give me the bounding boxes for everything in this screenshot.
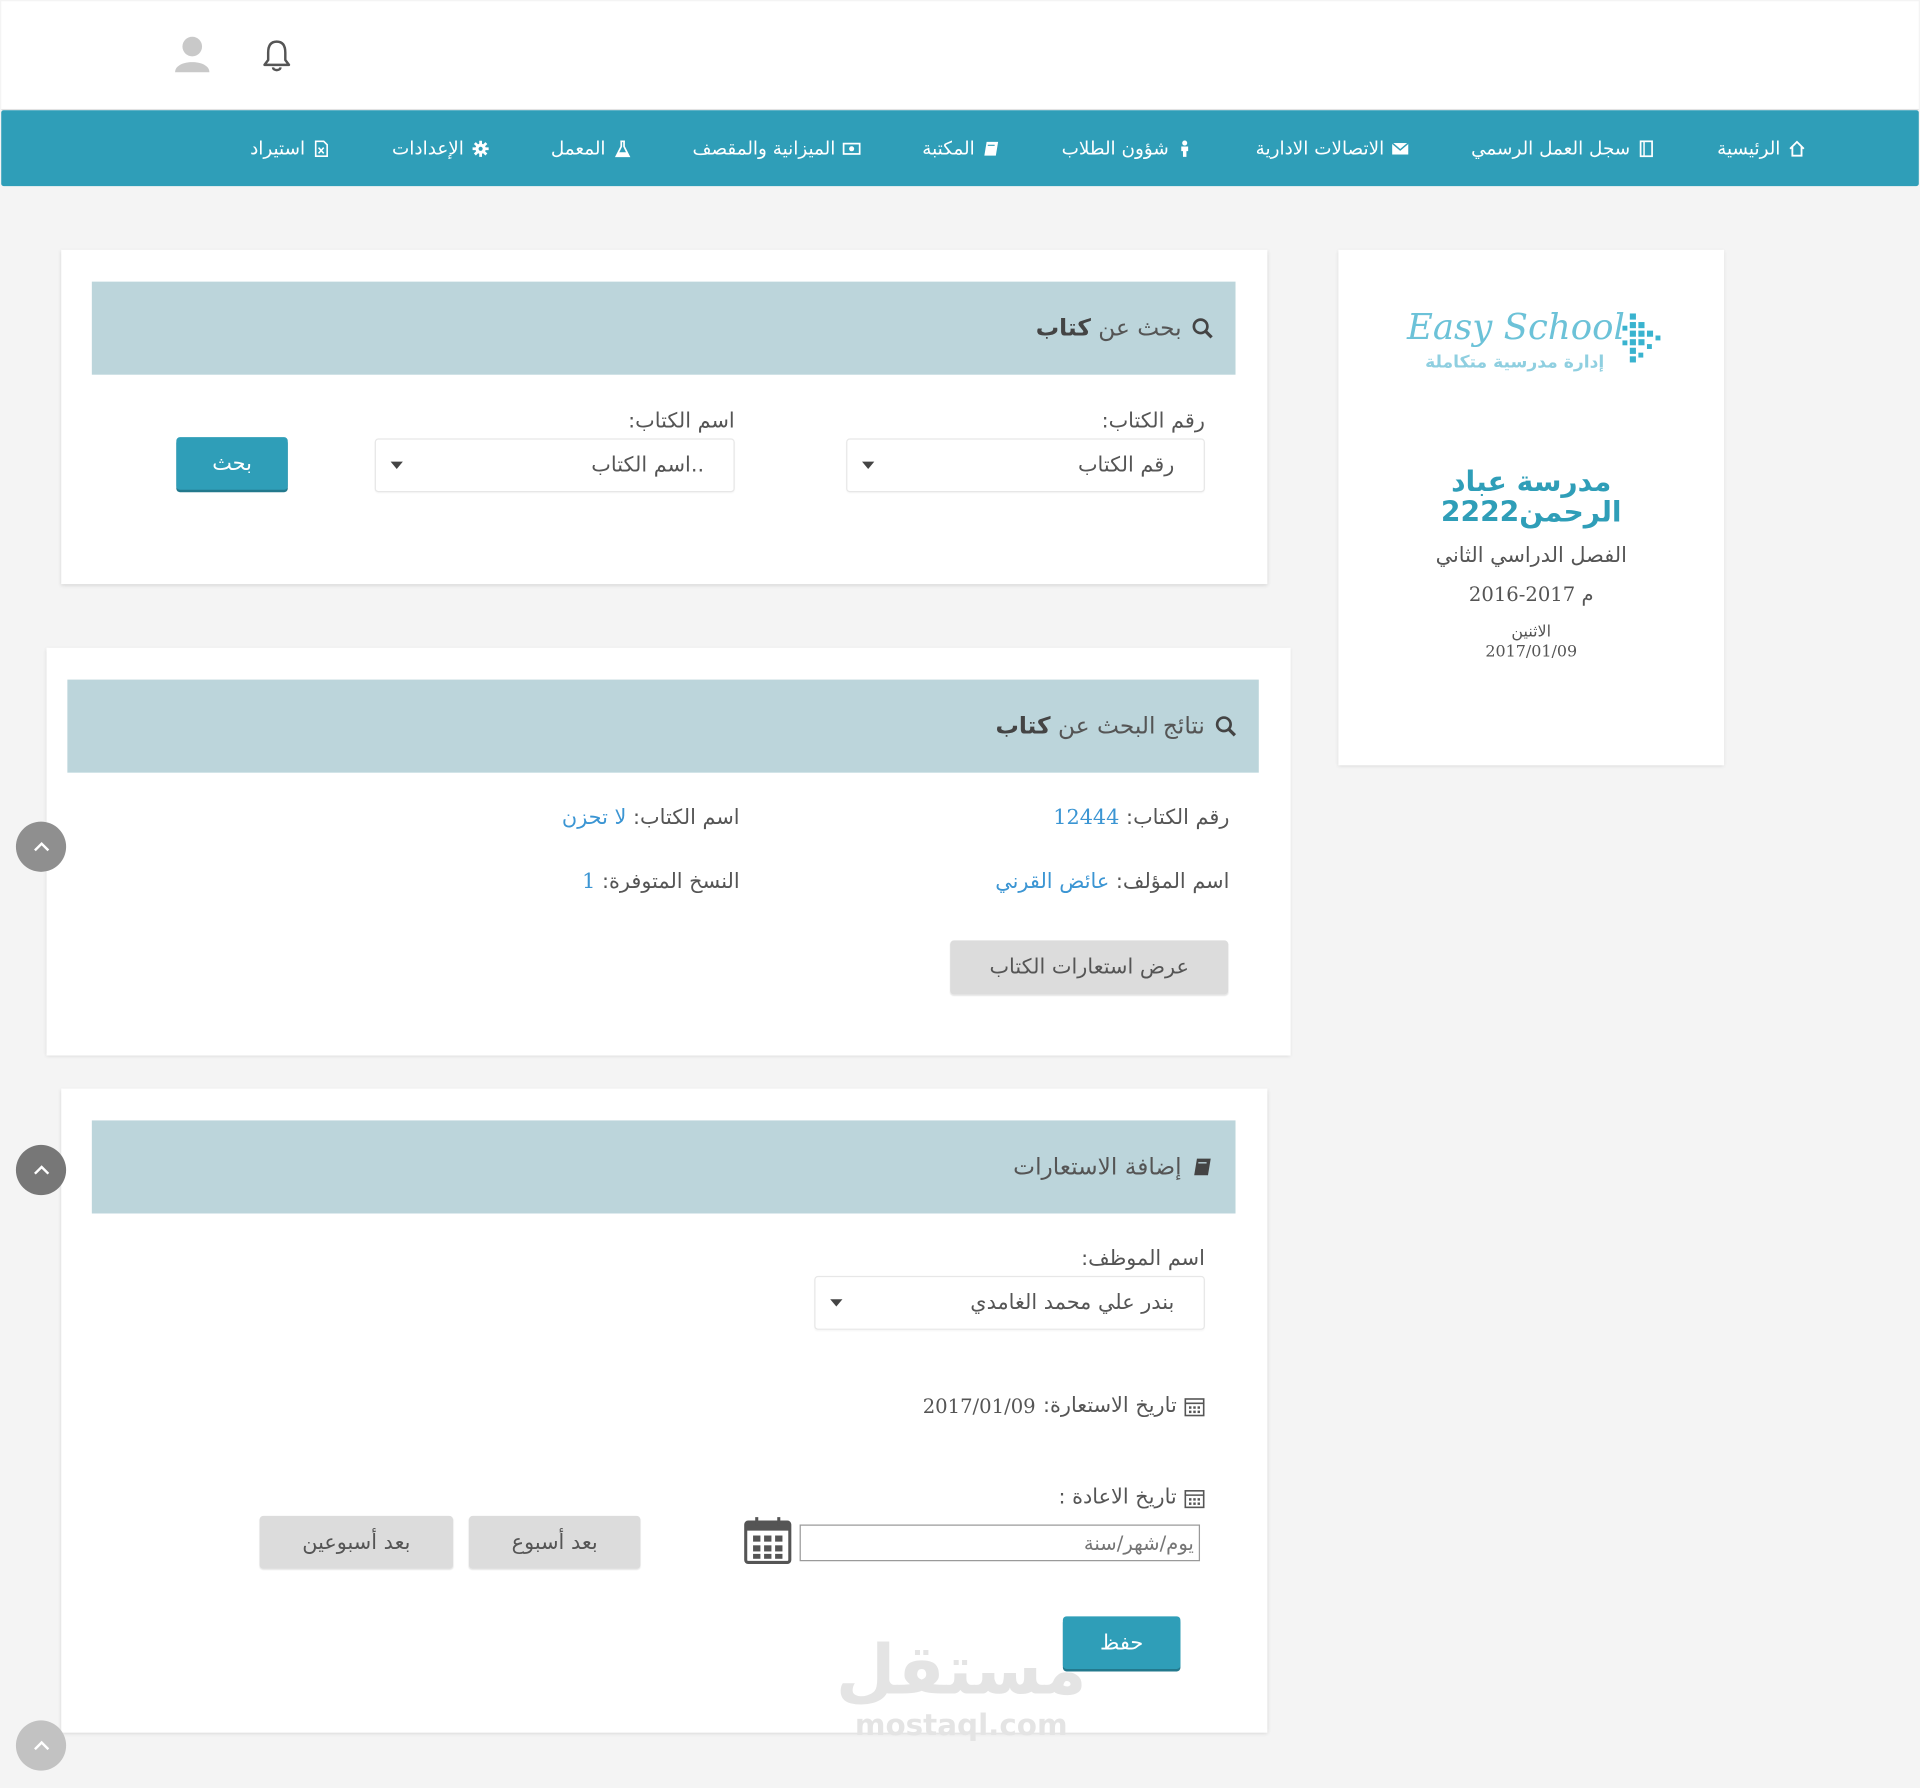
money-icon: [842, 142, 861, 155]
flask-icon: [614, 139, 630, 157]
home-icon: [1789, 139, 1805, 156]
calendar-icon: [744, 1517, 792, 1564]
book-name-select[interactable]: اسم الكتاب..: [374, 438, 735, 493]
nav-item-lab[interactable]: المعمل: [551, 137, 631, 159]
mostaql-watermark: مستقل mostaql.com: [835, 1631, 1087, 1743]
academic-year-text: 2016-2017 م: [1468, 582, 1594, 607]
school-info-card: Easy School إدارة مدرسية متكاملة مدرسة ع…: [1338, 249, 1725, 766]
top-bar: [1, 1, 1919, 111]
book-icon: [1194, 1158, 1211, 1176]
book-search-panel: بحث عن كتاب رقم الكتاب: رقم الكتاب اسم ا…: [61, 249, 1268, 585]
calendar-picker-button[interactable]: [742, 1515, 793, 1566]
semester-text: الفصل الدراسي الثاني: [1435, 543, 1627, 569]
nav-item-settings[interactable]: الإعدادات: [392, 137, 490, 159]
chevron-down-icon: [862, 461, 875, 469]
envelope-icon: [1392, 141, 1410, 154]
search-results-header: نتائج البحث عن كتاب: [67, 679, 1259, 773]
result-book-number: رقم الكتاب: 12444: [1053, 805, 1230, 831]
chevron-down-icon: [830, 1299, 843, 1307]
book-number-select[interactable]: رقم الكتاب: [846, 438, 1205, 493]
employee-name-select[interactable]: بندر علي محمد الغامدي: [814, 1275, 1205, 1330]
excel-file-icon: [315, 139, 329, 157]
book-search-header: بحث عن كتاب: [91, 281, 1236, 375]
chevron-up-icon: [33, 841, 49, 852]
result-book-name: اسم الكتاب: لا تحزن: [561, 805, 740, 831]
result-author: اسم المؤلف: عائض القرني: [995, 869, 1230, 894]
book-name-label: اسم الكتاب:: [628, 408, 735, 434]
view-book-loans-button[interactable]: عرض استعارات الكتاب: [950, 940, 1229, 995]
chevron-up-icon: [33, 1165, 49, 1175]
current-date: الاثنين 2017/01/09: [1485, 623, 1578, 662]
nav-item-home[interactable]: الرئيسية: [1717, 137, 1806, 159]
add-loan-header: إضافة الاستعارات: [91, 1120, 1236, 1214]
nav-item-library[interactable]: المكتبة: [922, 137, 1000, 159]
return-date-label: تاريخ الاعادة :: [1058, 1485, 1205, 1510]
bell-icon[interactable]: [258, 36, 295, 75]
nav-item-admin-communications[interactable]: الاتصالات الادارية: [1256, 137, 1410, 159]
calendar-icon: [1184, 1397, 1205, 1416]
result-available-copies: النسخ المتوفرة: 1: [582, 869, 740, 894]
return-date-input[interactable]: [799, 1524, 1201, 1562]
search-button[interactable]: بحث: [176, 437, 288, 490]
search-results-panel: نتائج البحث عن كتاب رقم الكتاب: 12444 اس…: [46, 647, 1291, 1056]
book-icon: [984, 141, 999, 156]
collapse-loan-button[interactable]: [15, 1144, 67, 1196]
school-logo: Easy School إدارة مدرسية متكاملة: [1402, 304, 1665, 390]
user-avatar-icon[interactable]: [173, 33, 212, 75]
student-icon: [1181, 139, 1189, 157]
search-icon: [1192, 318, 1213, 339]
after-one-week-button[interactable]: بعد أسبوع: [468, 1515, 641, 1569]
school-name: مدرسة عباد الرحمن2222: [1440, 466, 1622, 529]
calendar-icon: [1184, 1489, 1205, 1508]
nav-item-budget-canteen[interactable]: الميزانية والمقصف: [692, 137, 861, 159]
employee-name-label: اسم الموظف:: [1081, 1246, 1205, 1272]
search-icon: [1215, 716, 1237, 737]
chevron-up-icon: [33, 1740, 49, 1751]
scroll-top-button[interactable]: [15, 1720, 67, 1771]
notebook-icon: [1640, 139, 1654, 157]
nav-item-import[interactable]: استيراد: [250, 137, 331, 159]
loan-date: تاريخ الاستعارة: 2017/01/09: [923, 1393, 1205, 1418]
collapse-results-button[interactable]: [15, 821, 67, 872]
nav-item-official-log[interactable]: سجل العمل الرسمي: [1471, 137, 1656, 159]
after-two-weeks-button[interactable]: بعد أسبوعين: [259, 1515, 454, 1569]
gear-icon: [472, 140, 489, 157]
chevron-down-icon: [390, 461, 403, 469]
nav-item-student-affairs[interactable]: شؤون الطلاب: [1062, 137, 1195, 159]
book-number-label: رقم الكتاب:: [1101, 408, 1205, 434]
main-nav: الرئيسية سجل العمل الرسمي الاتصالات الاد…: [1, 110, 1919, 187]
